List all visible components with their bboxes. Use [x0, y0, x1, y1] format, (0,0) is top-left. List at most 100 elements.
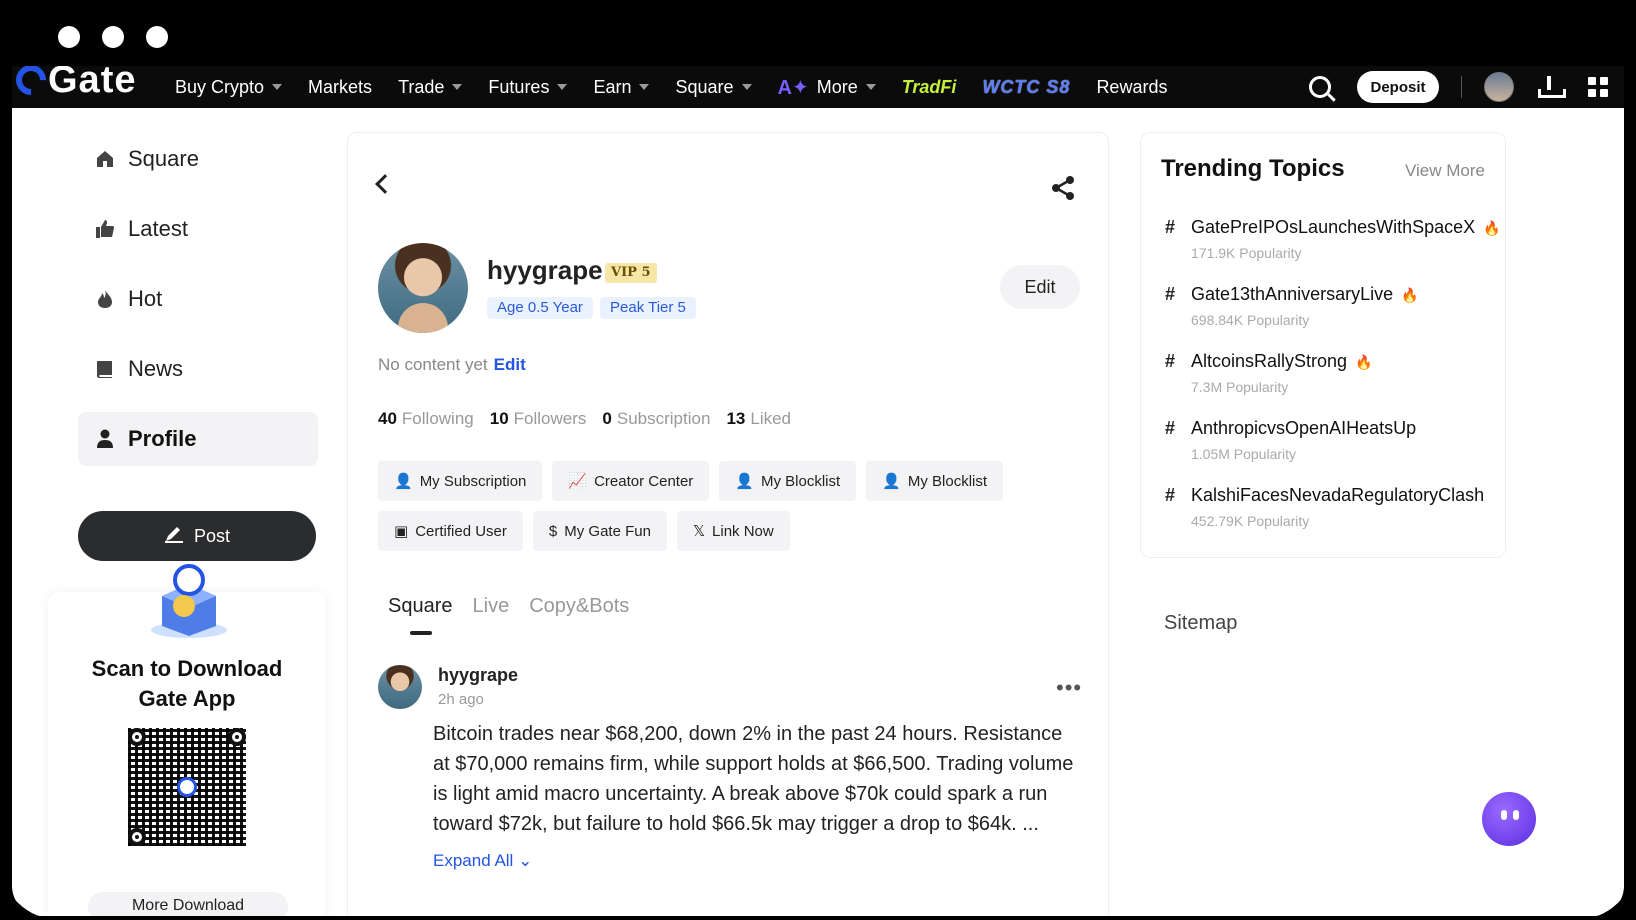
nav-link-label: Buy Crypto — [175, 76, 265, 97]
my-blocklist-button-2[interactable]: 👤 My Blocklist — [866, 461, 1004, 501]
window-dot-maximize[interactable] — [146, 26, 168, 48]
hashtag-icon: # — [1165, 485, 1176, 505]
hashtag-icon: # — [1165, 351, 1176, 371]
caret-down-icon — [557, 84, 568, 90]
share-icon[interactable] — [1050, 175, 1076, 201]
nav-rewards[interactable]: Rewards — [1096, 77, 1167, 98]
flame-icon: 🔥 — [1483, 220, 1501, 236]
no-content-edit-link[interactable]: Edit — [494, 355, 526, 374]
stat-number: 10 — [489, 409, 509, 428]
window-controls — [58, 26, 168, 48]
tab-square[interactable]: Square — [388, 595, 453, 635]
my-blocklist-button[interactable]: 👤 My Blocklist — [719, 461, 857, 501]
home-icon — [94, 148, 116, 170]
topic-name: AnthropicvsOpenAIHeatsUp — [1191, 418, 1417, 438]
sidebar-item-label: News — [128, 356, 184, 381]
nav-tradfi[interactable]: TradFi — [902, 77, 957, 98]
profile-avatar[interactable] — [378, 243, 468, 333]
nav-wctc-logo[interactable]: WCTC S8 — [982, 77, 1070, 98]
my-gate-fun-button[interactable]: $ My Gate Fun — [532, 511, 667, 551]
nav-earn[interactable]: Earn — [593, 77, 650, 98]
stat-following[interactable]: 40 Following — [378, 409, 474, 429]
nav-buy-crypto[interactable]: Buy Crypto — [175, 76, 283, 98]
nav-link-label: Futures — [488, 76, 550, 97]
download-title-line2: Gate App — [138, 686, 236, 711]
sidebar-item-profile[interactable]: Profile — [78, 412, 318, 466]
topic-popularity: 171.9K Popularity — [1191, 245, 1302, 261]
gate-logo[interactable]: Gate — [12, 66, 137, 102]
more-download-button[interactable]: More Download — [88, 892, 288, 916]
button-label: My Blocklist — [907, 472, 988, 490]
link-x-button[interactable]: 𝕏 Link Now — [676, 511, 790, 551]
topic-name: Gate13thAnniversaryLive 🔥 — [1191, 284, 1419, 305]
logo-text: Gate — [48, 66, 137, 101]
edit-profile-button[interactable]: Edit — [1000, 265, 1080, 309]
vip-badge-label: VIP 5 — [611, 265, 651, 280]
topic-popularity: 698.84K Popularity — [1191, 312, 1310, 328]
creator-center-button[interactable]: 📈 Creator Center — [552, 461, 710, 501]
qr-finder — [128, 728, 146, 746]
apps-grid-icon[interactable] — [1588, 77, 1608, 97]
sidebar-item-latest[interactable]: Latest — [78, 202, 318, 256]
peak-tier-chip: Peak Tier 5 — [600, 297, 696, 319]
nav-futures[interactable]: Futures — [488, 76, 568, 98]
download-icon[interactable] — [1538, 76, 1566, 98]
download-title-line1: Scan to Download — [91, 656, 283, 681]
my-subscription-button[interactable]: 👤 My Subscription — [378, 461, 543, 501]
nav-square[interactable]: Square — [675, 77, 752, 98]
age-chip: Age 0.5 Year — [487, 297, 593, 319]
flame-icon: 🔥 — [1355, 354, 1373, 370]
sidebar-item-label: Profile — [128, 426, 197, 451]
caret-down-icon — [452, 84, 463, 90]
expand-all-link[interactable]: Expand All ⌄ — [433, 851, 532, 871]
post-button-label: Post — [193, 525, 231, 546]
vip-badge: VIP 5 — [605, 263, 657, 283]
person-lock-icon: 👤 — [394, 473, 413, 490]
view-more-link[interactable]: View More — [1405, 161, 1485, 181]
search-icon[interactable] — [1309, 76, 1331, 98]
assistant-bot-icon[interactable] — [1482, 792, 1536, 846]
profile-actions-row1: 👤 My Subscription 📈 Creator Center 👤 My Blo… — [378, 461, 1004, 501]
nav-more[interactable]: A✦ More — [778, 75, 876, 100]
chevron-down-icon: ⌄ — [518, 851, 533, 870]
tab-copy-bots[interactable]: Copy&Bots — [529, 595, 629, 618]
download-app-card: Scan to Download Gate App More Download — [48, 564, 326, 916]
qr-finder — [128, 828, 146, 846]
stat-liked[interactable]: 13 Liked — [726, 409, 791, 429]
stat-label: Following — [401, 409, 474, 428]
stat-subscription[interactable]: 0 Subscription — [602, 409, 710, 429]
topic-name: AltcoinsRallyStrong 🔥 — [1191, 351, 1373, 372]
button-label: My Gate Fun — [564, 522, 651, 540]
flame-icon — [94, 288, 116, 310]
stat-followers[interactable]: 10 Followers — [490, 409, 587, 429]
post-author-avatar[interactable] — [378, 665, 422, 709]
window-dot-minimize[interactable] — [102, 26, 124, 48]
sitemap-link[interactable]: Sitemap — [1164, 612, 1237, 635]
more-options-icon[interactable]: ••• — [1056, 677, 1082, 699]
sidebar-item-hot[interactable]: Hot — [78, 272, 318, 326]
topic-name-text: AltcoinsRallyStrong — [1191, 351, 1348, 371]
post-button[interactable]: Post — [78, 511, 316, 561]
back-arrow-icon[interactable] — [375, 174, 395, 194]
nav-trade[interactable]: Trade — [398, 77, 463, 98]
sidebar-item-news[interactable]: News — [78, 342, 318, 396]
browser-viewport: Gate Buy Crypto Markets Trade Futures Ea… — [12, 66, 1624, 916]
nav-link-label: More — [816, 76, 858, 97]
face-scan-icon: ▣ — [394, 523, 409, 540]
button-label: Certified User — [415, 522, 507, 540]
button-label: My Subscription — [419, 472, 527, 490]
stat-number: 0 — [602, 409, 612, 428]
button-label: My Blocklist — [761, 472, 841, 490]
nav-markets[interactable]: Markets — [308, 77, 372, 98]
sidebar-item-square[interactable]: Square — [78, 132, 318, 186]
download-title: Scan to Download Gate App — [48, 654, 326, 714]
nav-actions: Deposit — [1309, 66, 1624, 108]
deposit-button[interactable]: Deposit — [1357, 71, 1439, 103]
nav-links: Buy Crypto Markets Trade Futures Earn Sq… — [175, 66, 1193, 108]
post-author-name[interactable]: hyygrape — [438, 665, 518, 686]
user-avatar[interactable] — [1484, 72, 1514, 102]
chart-icon: 📈 — [568, 473, 588, 490]
window-dot-close[interactable] — [58, 26, 80, 48]
tab-live[interactable]: Live — [473, 595, 510, 618]
certified-user-button[interactable]: ▣ Certified User — [378, 511, 523, 551]
